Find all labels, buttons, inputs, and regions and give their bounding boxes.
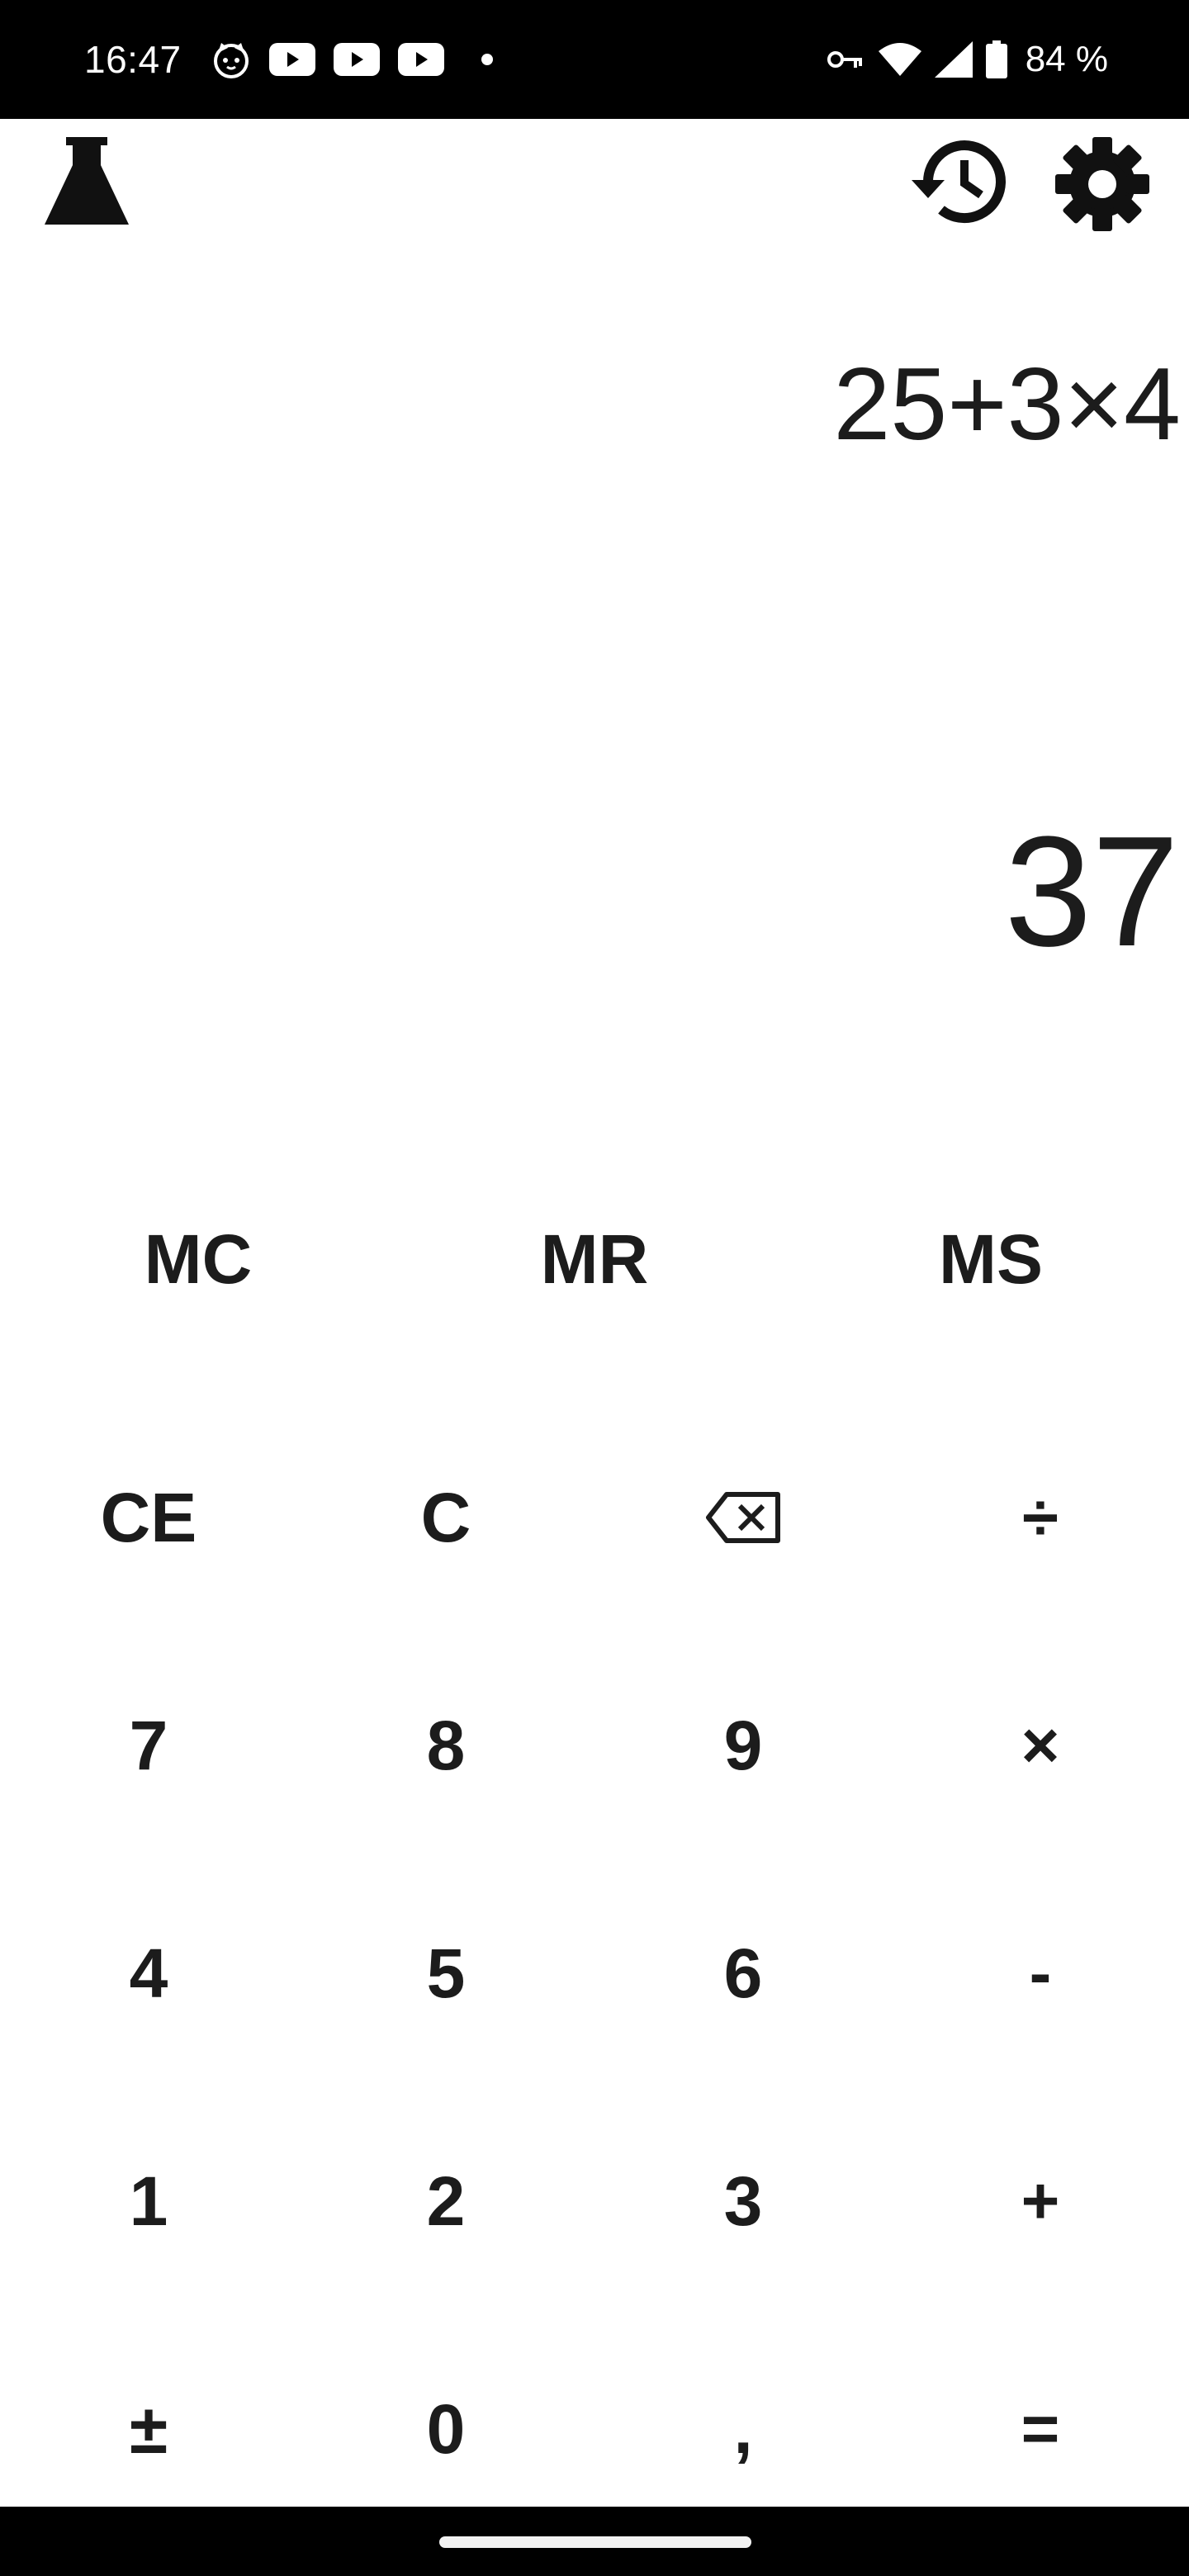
minus-button[interactable]: - — [892, 1859, 1189, 2087]
memory-clear-button[interactable]: MC — [0, 1189, 396, 1329]
keypad: CE C ÷ 7 8 9 × 4 5 6 - 1 2 3 + ± 0 , = — [0, 1404, 1189, 2543]
backspace-icon — [706, 1492, 780, 1543]
dot-icon — [481, 54, 493, 65]
vpn-key-icon — [827, 51, 862, 68]
home-gesture-handle[interactable] — [439, 2536, 751, 2548]
cat-face-icon — [214, 43, 249, 78]
wifi-icon — [878, 43, 921, 76]
digit-5-button[interactable]: 5 — [297, 1859, 594, 2087]
digit-8-button[interactable]: 8 — [297, 1631, 594, 1859]
digit-2-button[interactable]: 2 — [297, 2087, 594, 2315]
plus-button[interactable]: + — [892, 2087, 1189, 2315]
status-time: 16:47 — [84, 38, 182, 81]
navigation-bar — [0, 2507, 1189, 2576]
divide-button[interactable]: ÷ — [892, 1404, 1189, 1631]
settings-gear-icon[interactable] — [1054, 135, 1151, 233]
system-icons: 84 % — [826, 35, 1108, 84]
youtube-icon — [269, 43, 315, 76]
digit-9-button[interactable]: 9 — [594, 1631, 892, 1859]
multiply-button[interactable]: × — [892, 1631, 1189, 1859]
memory-row: MC MR MS — [0, 1189, 1189, 1329]
backspace-button[interactable] — [594, 1404, 892, 1631]
clear-entry-button[interactable]: CE — [0, 1404, 297, 1631]
notification-icons — [211, 38, 495, 81]
digit-3-button[interactable]: 3 — [594, 2087, 892, 2315]
battery-level: 84 % — [1025, 39, 1108, 79]
youtube-icon — [334, 43, 380, 76]
memory-recall-button[interactable]: MR — [396, 1189, 793, 1329]
clear-button[interactable]: C — [297, 1404, 594, 1631]
history-icon[interactable] — [903, 135, 1012, 228]
cell-signal-icon — [934, 41, 973, 78]
youtube-icon — [398, 43, 444, 76]
status-bar: 16:47 84 % — [0, 0, 1189, 119]
battery-icon — [985, 40, 1007, 78]
digit-6-button[interactable]: 6 — [594, 1859, 892, 2087]
expression-display: 25+3×4 — [833, 348, 1181, 462]
memory-store-button[interactable]: MS — [793, 1189, 1189, 1329]
digit-4-button[interactable]: 4 — [0, 1859, 297, 2087]
flask-icon[interactable] — [43, 135, 130, 226]
digit-7-button[interactable]: 7 — [0, 1631, 297, 1859]
digit-1-button[interactable]: 1 — [0, 2087, 297, 2315]
result-display: 37 — [1004, 804, 1179, 979]
